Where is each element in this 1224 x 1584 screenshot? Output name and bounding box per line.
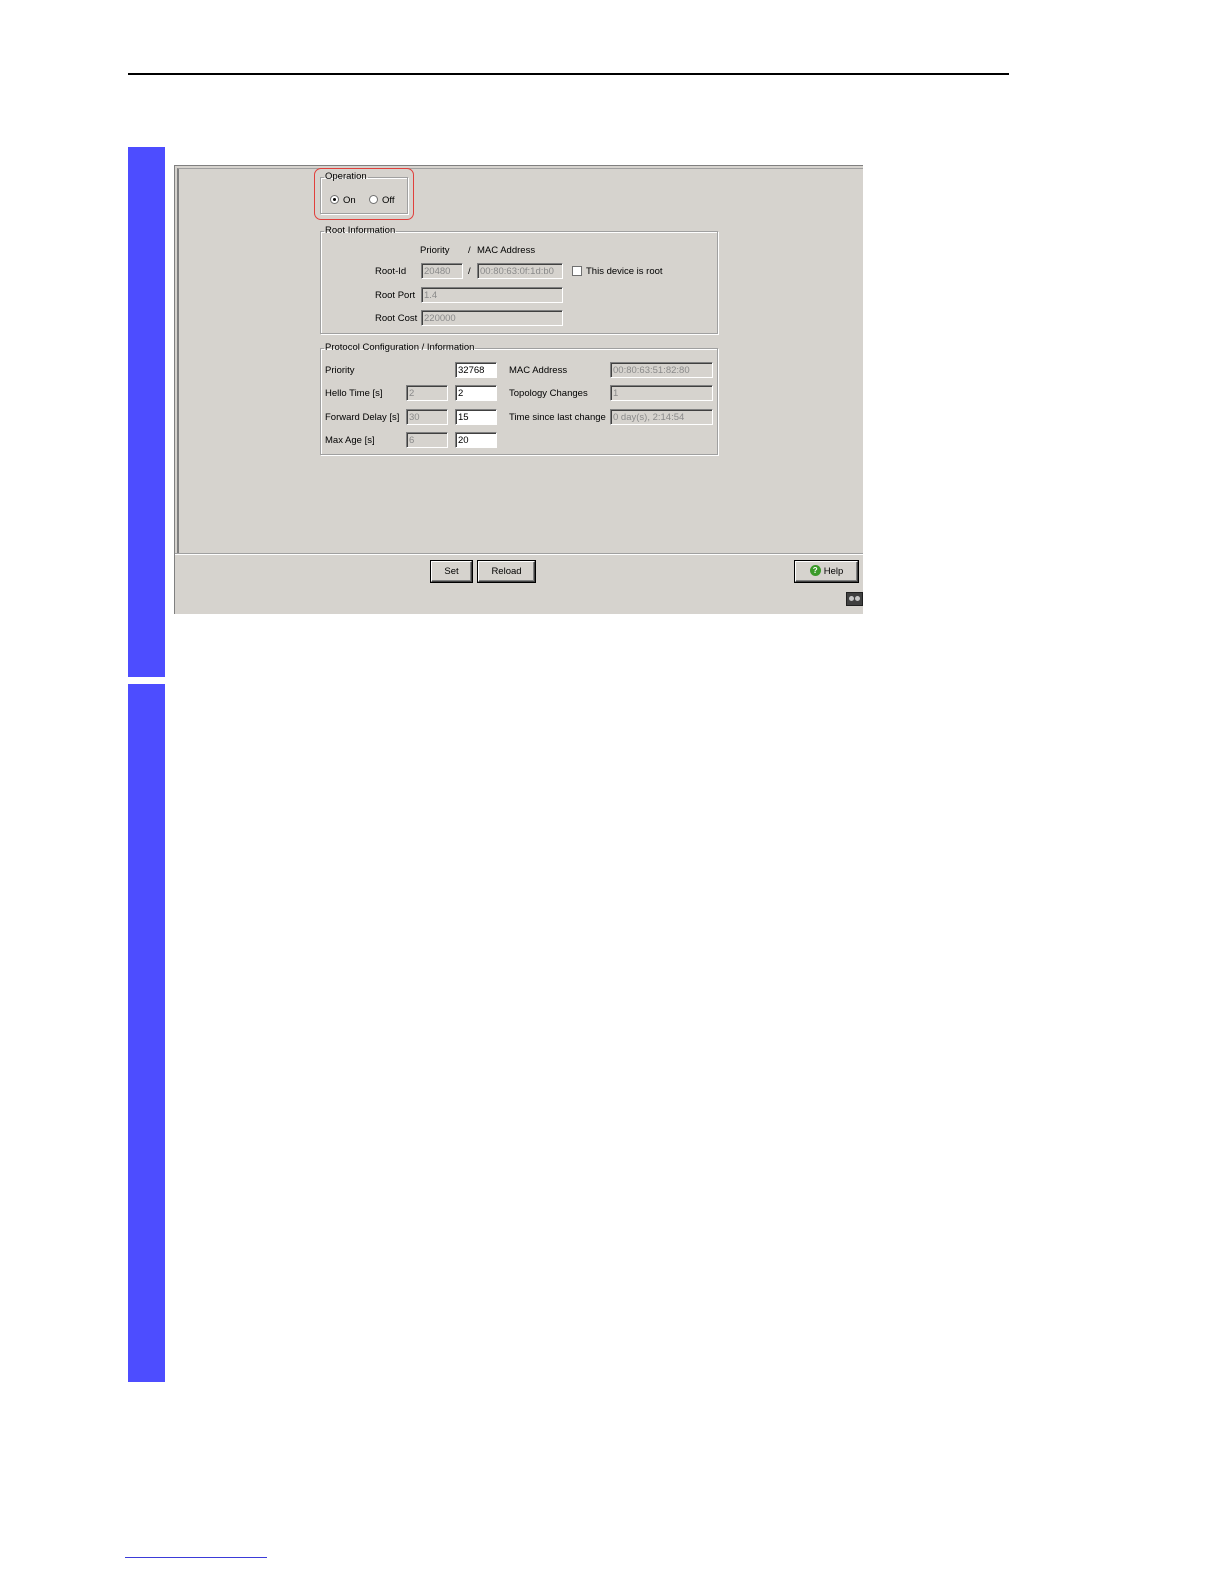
max-age-input[interactable]: 20	[455, 432, 497, 448]
root-id-mac-field: 00:80:63:0f:1d:b0	[477, 263, 563, 279]
priority-label: Priority	[325, 365, 355, 376]
bridge-mac-address-label: MAC Address	[509, 365, 568, 376]
forward-delay-current-field: 30	[406, 409, 448, 425]
topology-changes-field: 1	[610, 385, 713, 401]
help-icon: ?	[809, 564, 821, 576]
footnote-rule	[125, 1557, 267, 1558]
time-since-last-change-label: Time since last change	[509, 412, 606, 423]
set-button[interactable]: Set	[431, 561, 472, 582]
reload-button[interactable]: Reload	[478, 561, 535, 582]
this-device-is-root-label: This device is root	[586, 266, 663, 277]
forward-delay-input[interactable]: 15	[455, 409, 497, 425]
operation-legend: Operation	[325, 171, 367, 182]
help-button[interactable]: ? Help	[795, 561, 858, 582]
root-port-label: Root Port	[375, 290, 416, 301]
root-col-separator: /	[468, 245, 471, 256]
max-age-label: Max Age [s]	[325, 435, 375, 446]
root-cost-label: Root Cost	[375, 313, 418, 324]
hello-time-input[interactable]: 2	[455, 385, 497, 401]
rstp-dialog-screenshot: Operation On Off Root Information Priori…	[174, 165, 863, 614]
operation-off-label[interactable]: Off	[382, 195, 395, 207]
root-information-legend: Root Information	[325, 225, 396, 236]
button-bar-divider	[175, 554, 863, 555]
time-since-last-change-field: 0 day(s), 2:14:54	[610, 409, 713, 425]
max-age-current-field: 6	[406, 432, 448, 448]
operation-on-label[interactable]: On	[343, 195, 356, 207]
this-device-is-root-checkbox[interactable]	[572, 266, 582, 276]
margin-bar-bottom	[128, 684, 165, 1382]
root-col-mac-header: MAC Address	[477, 245, 536, 256]
margin-bar-top	[128, 147, 165, 677]
connection-status-icon	[846, 592, 863, 606]
header-rule	[128, 73, 1009, 75]
priority-input[interactable]: 32768	[455, 362, 497, 378]
forward-delay-label: Forward Delay [s]	[325, 412, 400, 423]
protocol-configuration-legend: Protocol Configuration / Information	[325, 342, 475, 353]
root-col-priority-header: Priority	[420, 245, 450, 256]
root-port-field: 1.4	[421, 287, 563, 303]
operation-off-radio[interactable]	[369, 195, 378, 204]
bridge-mac-address-field: 00:80:63:51:82:80	[610, 362, 713, 378]
hello-time-current-field: 2	[406, 385, 448, 401]
operation-on-radio[interactable]	[330, 195, 339, 204]
root-id-priority-field: 20480	[421, 263, 463, 279]
root-cost-field: 220000	[421, 310, 563, 326]
hello-time-label: Hello Time [s]	[325, 388, 383, 399]
operation-group: Operation	[320, 172, 408, 214]
help-button-label: Help	[823, 566, 844, 577]
topology-changes-label: Topology Changes	[509, 388, 588, 399]
root-id-separator: /	[468, 266, 471, 277]
root-id-label: Root-Id	[375, 266, 407, 277]
